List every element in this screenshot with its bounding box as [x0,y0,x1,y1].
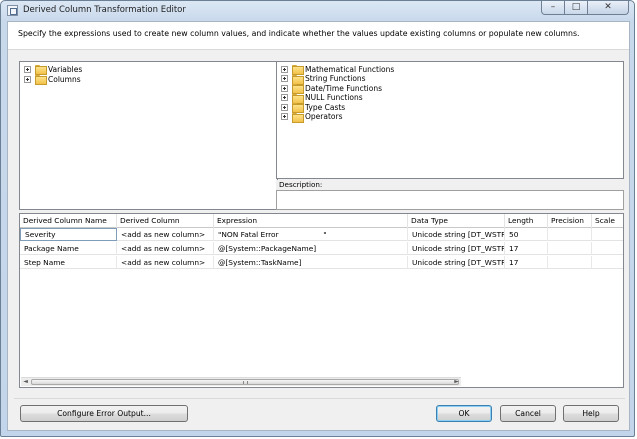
cell-scale[interactable] [592,256,623,269]
maximize-button[interactable]: □ [564,1,588,15]
scroll-right-icon[interactable]: ► [452,378,461,386]
variables-columns-tree[interactable]: Variables Columns [19,61,278,210]
expand-plus-icon[interactable] [281,75,288,82]
folder-icon [292,74,304,85]
close-button[interactable]: ✕ [587,1,629,15]
cell-expression[interactable]: @[System::PackageName] [214,242,408,255]
table-row[interactable]: Severity <add as new column> "NON Fatal … [20,228,623,241]
column-header[interactable]: Derived Column Name [20,214,117,228]
instruction-text: Specify the expressions used to create n… [18,29,580,38]
derived-columns-grid[interactable]: Derived Column Name Derived Column Expre… [19,213,624,388]
help-button[interactable]: Help [563,405,619,422]
cell-derived-column-name[interactable]: Package Name [20,242,117,255]
tree-item-label: Date/Time Functions [305,83,382,93]
functions-tree[interactable]: Mathematical Functions String Functions … [276,61,624,179]
column-header[interactable]: Data Type [408,214,505,228]
description-box [276,190,624,210]
folder-icon [292,103,304,113]
expand-plus-icon[interactable] [281,103,288,111]
cell-scale[interactable] [592,228,623,241]
expand-plus-icon[interactable] [281,94,288,101]
window-controls: – □ ✕ [541,1,629,15]
minimize-button[interactable]: – [541,1,565,15]
cell-expression[interactable]: @[System::TaskName] [214,256,408,269]
tree-item-null-functions[interactable]: NULL Functions [281,93,363,104]
tree-item-operators[interactable]: Operators [281,112,343,123]
cell-precision[interactable] [548,242,592,255]
cell-data-type[interactable]: Unicode string [DT_WSTR] [408,242,505,255]
configure-error-output-button[interactable]: Configure Error Output... [20,405,188,422]
tree-item-label: Mathematical Functions [305,64,395,74]
grip-icon [243,381,248,384]
maximize-icon: □ [571,2,581,12]
minimize-icon: – [550,2,556,12]
scrollbar-thumb[interactable] [31,379,459,385]
editor-window: Derived Column Transformation Editor – □… [0,0,635,437]
expand-plus-icon[interactable] [281,113,288,120]
scroll-left-icon[interactable]: ◄ [21,378,30,386]
expand-plus-icon[interactable] [24,65,31,73]
cell-length[interactable]: 50 [505,228,548,241]
folder-icon [292,84,304,94]
table-row[interactable]: Step Name <add as new column> @[System::… [20,256,623,269]
cell-derived-column-name[interactable]: Severity [20,228,117,241]
folder-icon [292,112,304,123]
tree-item-label: Columns [48,74,81,84]
tree-item-label: Variables [48,64,83,74]
table-row[interactable]: Package Name <add as new column> @[Syste… [20,242,623,255]
instruction-band: Specify the expressions used to create n… [8,22,629,50]
cell-precision[interactable] [548,256,592,269]
description-label: Description: [276,180,624,190]
expand-plus-icon[interactable] [24,75,31,83]
folder-icon [292,65,304,75]
folder-icon [292,93,304,104]
grid-header: Derived Column Name Derived Column Expre… [20,214,623,228]
cell-scale[interactable] [592,242,623,255]
column-header[interactable]: Length [505,214,548,228]
dialog-client-area: Specify the expressions used to create n… [7,21,630,431]
cell-data-type[interactable]: Unicode string [DT_WSTR] [408,228,505,241]
tree-item-type-casts[interactable]: Type Casts [281,102,346,113]
cell-precision[interactable] [548,228,592,241]
column-header[interactable]: Derived Column [117,214,214,228]
tree-item-label: Type Casts [305,102,346,112]
cell-derived-column[interactable]: <add as new column> [117,242,214,255]
tree-item-string-functions[interactable]: String Functions [281,74,366,85]
tree-item-date-time-functions[interactable]: Date/Time Functions [281,83,382,94]
folder-icon [35,75,47,85]
button-separator [14,398,625,399]
column-header[interactable]: Scale [592,214,623,228]
cell-data-type[interactable]: Unicode string [DT_WSTR] [408,256,505,269]
column-header[interactable]: Expression [214,214,408,228]
cancel-button[interactable]: Cancel [500,405,556,422]
cell-length[interactable]: 17 [505,242,548,255]
cell-derived-column[interactable]: <add as new column> [117,228,214,241]
tree-item-label: Operators [305,112,343,121]
cell-derived-column-name[interactable]: Step Name [20,256,117,269]
folder-icon [35,65,47,75]
tree-item-columns[interactable]: Columns [24,74,81,85]
expand-plus-icon[interactable] [281,84,288,92]
app-icon [7,5,18,16]
expand-plus-icon[interactable] [281,65,288,73]
horizontal-scrollbar[interactable]: ◄ ► [21,377,461,386]
cell-length[interactable]: 17 [505,256,548,269]
ok-button[interactable]: OK [436,405,492,422]
column-header[interactable]: Precision [548,214,592,228]
window-title: Derived Column Transformation Editor [23,5,186,15]
tree-item-mathematical-functions[interactable]: Mathematical Functions [281,64,395,75]
close-icon: ✕ [604,2,612,12]
cell-expression[interactable]: "NON Fatal Error " [214,228,408,241]
tree-item-label: NULL Functions [305,93,363,102]
title-bar[interactable]: Derived Column Transformation Editor – □… [1,1,634,21]
tree-item-label: String Functions [305,74,366,83]
tree-item-variables[interactable]: Variables [24,64,83,75]
cell-derived-column[interactable]: <add as new column> [117,256,214,269]
